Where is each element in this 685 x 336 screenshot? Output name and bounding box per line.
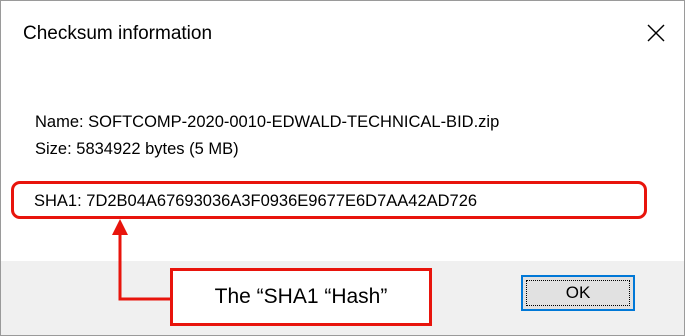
annotation-callout: The “SHA1 “Hash” [170,268,432,326]
close-button[interactable] [635,11,677,55]
title-bar: Checksum information [1,1,684,61]
dialog-title: Checksum information [23,23,213,44]
sha1-highlight-box: SHA1: 7D2B04A67693036A3F0936E9677E6D7AA4… [11,181,647,219]
ok-button[interactable]: OK [521,275,635,311]
dialog-content: Name: SOFTCOMP-2020-0010-EDWALD-TECHNICA… [1,61,684,261]
file-name-text: Name: SOFTCOMP-2020-0010-EDWALD-TECHNICA… [35,113,500,131]
sha1-hash-text: SHA1: 7D2B04A67693036A3F0936E9677E6D7AA4… [34,192,478,210]
close-icon [647,24,665,42]
file-size-text: Size: 5834922 bytes (5 MB) [35,140,239,158]
